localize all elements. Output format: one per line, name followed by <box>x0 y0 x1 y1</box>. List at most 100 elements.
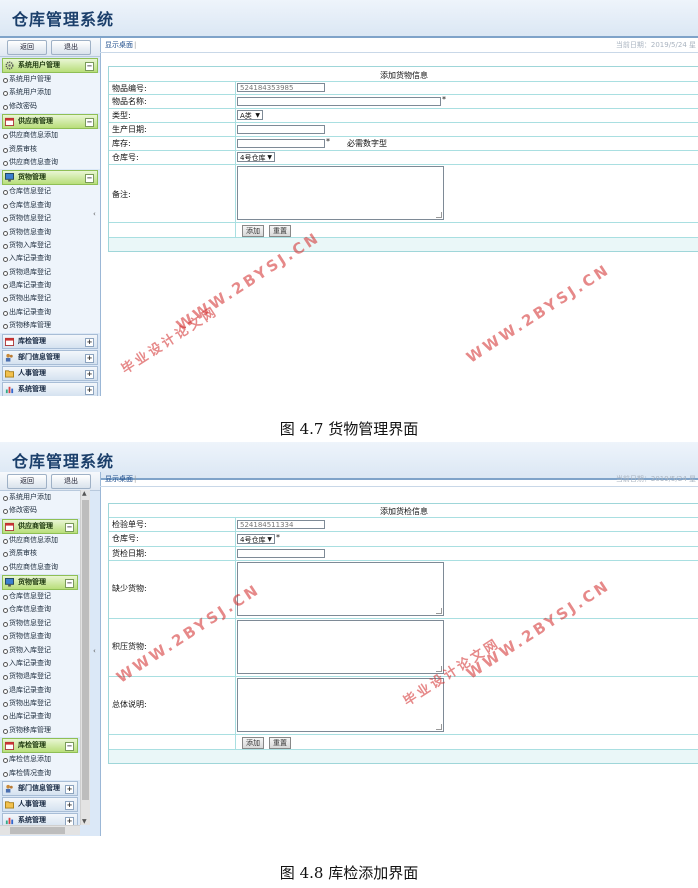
expand-icon[interactable]: + <box>65 785 74 795</box>
collapse-icon[interactable]: − <box>65 522 74 532</box>
sidebar-item[interactable]: 仓库信息登记 <box>0 589 80 604</box>
prod-date-input[interactable] <box>237 125 325 134</box>
sidebar-item[interactable]: 系统用户添加 <box>0 86 100 100</box>
type-select[interactable]: A类 ▼ <box>237 110 263 120</box>
remark-textarea[interactable] <box>237 166 444 220</box>
sidebar-item[interactable]: 货物信息登记 <box>0 212 100 226</box>
expand-icon[interactable]: + <box>65 801 74 811</box>
sidebar-splitter[interactable]: ‹ <box>90 472 100 836</box>
sidebar-section-label: 部门信息管理 <box>18 784 60 793</box>
type-label: 类型: <box>112 111 131 120</box>
sidebar-item[interactable]: 货物信息查询 <box>0 630 80 644</box>
sidebar-section[interactable]: 库检管理 − <box>2 738 78 754</box>
sidebar-item[interactable]: 货物退库登记 <box>0 670 80 684</box>
warehouse-select[interactable]: 4号仓库 ▼ <box>237 534 275 544</box>
overstock-goods-textarea[interactable] <box>237 620 444 674</box>
missing-goods-textarea[interactable] <box>237 562 444 616</box>
sidebar-section[interactable]: 供应商管理 − <box>2 518 78 534</box>
goods-code-input[interactable]: 524184353985 <box>237 83 325 92</box>
stock-hint: 必需数字型 <box>347 139 387 148</box>
folder-icon <box>5 369 14 378</box>
scrollbar-thumb[interactable] <box>10 827 65 834</box>
sidebar-section[interactable]: 货物管理 − <box>2 574 78 590</box>
warehouse-select[interactable]: 4号仓库 ▼ <box>237 152 275 162</box>
sidebar-item[interactable]: 货物信息查询 <box>0 225 100 239</box>
back-button[interactable]: 返回 <box>7 474 47 489</box>
overstock-goods-label: 积压货物: <box>112 642 147 651</box>
sidebar-item[interactable]: 出库记录查询 <box>0 710 80 724</box>
sidebar-item[interactable]: 供应商信息查询 <box>0 560 80 574</box>
sidebar-item[interactable]: 系统用户添加 <box>0 491 80 505</box>
sidebar-item[interactable]: 仓库信息登记 <box>0 185 100 199</box>
sidebar-item[interactable]: 供应商信息添加 <box>0 129 100 143</box>
monitor-icon <box>5 577 14 587</box>
sidebar-splitter[interactable]: ‹ <box>90 38 100 396</box>
sidebar-item[interactable]: 修改密码 <box>0 99 100 114</box>
sidebar-item[interactable]: 入库记录查询 <box>0 252 100 266</box>
sidebar-item[interactable]: 货物移库管理 <box>0 723 80 738</box>
sidebar-item[interactable]: 供应商信息添加 <box>0 533 80 548</box>
scrollbar-thumb[interactable] <box>82 500 89 800</box>
collapse-icon[interactable]: − <box>65 742 74 752</box>
sidebar-item[interactable]: 货物出库登记 <box>0 697 80 711</box>
exit-button[interactable]: 退出 <box>51 474 91 489</box>
reset-button[interactable]: 重置 <box>269 225 291 237</box>
required-mark: * <box>442 95 446 104</box>
check-date-input[interactable] <box>237 549 325 558</box>
sidebar-section[interactable]: 部门信息管理 + <box>2 349 98 365</box>
sidebar-horizontal-scrollbar[interactable] <box>0 825 80 835</box>
sidebar-item[interactable]: 退库记录查询 <box>0 683 80 698</box>
sidebar-item[interactable]: 入库记录查询 <box>0 656 80 671</box>
sidebar-item[interactable]: 库检情况查询 <box>0 766 80 781</box>
reset-button[interactable]: 重置 <box>269 737 291 749</box>
sidebar-item[interactable]: 出库记录查询 <box>0 305 100 320</box>
sidebar-item[interactable]: 库检信息添加 <box>0 753 80 767</box>
sidebar-vertical-scrollbar[interactable]: ▲ ▼ <box>80 490 90 825</box>
collapse-icon[interactable]: − <box>65 578 74 588</box>
sidebar-item[interactable]: 资质审核 <box>0 142 100 156</box>
scroll-down-icon[interactable]: ▼ <box>82 818 87 825</box>
form-footer-row <box>109 237 698 251</box>
required-mark: * <box>276 533 280 542</box>
stock-input[interactable] <box>237 139 325 148</box>
sidebar-item[interactable]: 货物出库登记 <box>0 292 100 306</box>
app-title: 仓库管理系统 <box>12 10 115 29</box>
sidebar-section[interactable]: 人事管理 + <box>2 797 78 813</box>
sidebar-item[interactable]: 修改密码 <box>0 504 80 518</box>
sidebar-section[interactable]: 系统用户管理 − <box>2 58 98 73</box>
sidebar-item[interactable]: 货物入库登记 <box>0 238 100 253</box>
sidebar-item[interactable]: 货物退库登记 <box>0 265 100 280</box>
collapse-arrow-icon[interactable]: ‹ <box>93 647 96 655</box>
exit-button[interactable]: 退出 <box>51 40 91 55</box>
check-code-input[interactable]: 524184511334 <box>237 520 325 529</box>
sidebar-item[interactable]: 资质审核 <box>0 547 80 561</box>
sidebar-section[interactable]: 货物管理 − <box>2 170 98 186</box>
code-label: 物品编号: <box>112 84 147 93</box>
breadcrumb[interactable]: 显示桌面 <box>105 38 133 52</box>
form-row-warehouse: 仓库号: 4号仓库 ▼ * <box>109 531 698 546</box>
sidebar-section[interactable]: 库检管理 + <box>2 333 98 349</box>
scroll-up-icon[interactable]: ▲ <box>82 490 87 497</box>
chevron-down-icon: ▼ <box>267 154 272 161</box>
sidebar-item[interactable]: 货物信息登记 <box>0 616 80 631</box>
sidebar-section[interactable]: 部门信息管理 + <box>2 781 78 797</box>
collapse-arrow-icon[interactable]: ‹ <box>93 210 96 218</box>
sidebar-item[interactable]: 仓库信息查询 <box>0 603 80 617</box>
goods-name-input[interactable] <box>237 97 441 106</box>
sidebar-section[interactable]: 人事管理 + <box>2 365 98 381</box>
add-button[interactable]: 添加 <box>242 737 264 749</box>
sidebar-section[interactable]: 系统管理 + <box>2 381 98 396</box>
breadcrumb[interactable]: 显示桌面 <box>105 472 133 486</box>
form-row-code: 物品编号: 524184353985 <box>109 81 698 94</box>
sidebar-item[interactable]: 供应商信息查询 <box>0 155 100 170</box>
add-button[interactable]: 添加 <box>242 225 264 237</box>
sidebar-section[interactable]: 供应商管理 − <box>2 114 98 130</box>
sidebar-item[interactable]: 货物入库登记 <box>0 643 80 657</box>
sidebar-item[interactable]: 货物移库管理 <box>0 319 100 333</box>
back-button[interactable]: 返回 <box>7 40 47 55</box>
sidebar-item[interactable]: 退库记录查询 <box>0 279 100 293</box>
sidebar-item[interactable]: 仓库信息查询 <box>0 198 100 213</box>
sidebar-item[interactable]: 系统用户管理 <box>0 73 100 87</box>
check-code-label: 检验单号: <box>112 520 147 529</box>
breadcrumb-separator: | <box>134 475 137 483</box>
